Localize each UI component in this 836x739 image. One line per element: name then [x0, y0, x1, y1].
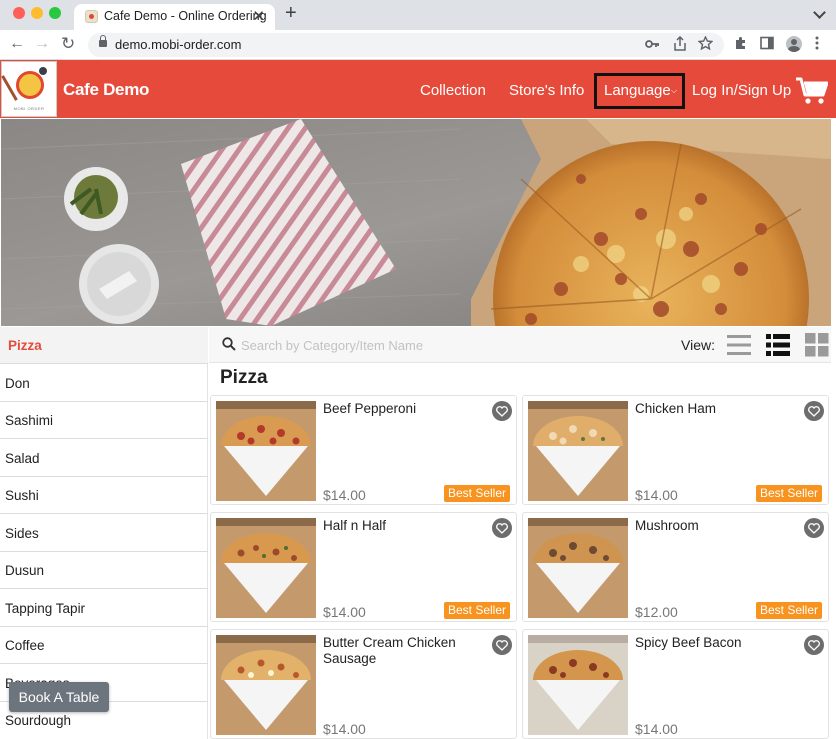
product-price: $14.00: [323, 487, 366, 503]
product-name: Beef Pepperoni: [323, 401, 417, 416]
product-name: Spicy Beef Bacon: [635, 635, 742, 650]
product-card[interactable]: Butter Cream Chicken Sausage $14.00: [210, 629, 517, 739]
category-item-tapping-tapir[interactable]: Tapping Tapir: [0, 590, 208, 627]
product-price: $12.00: [635, 604, 678, 620]
category-item-sushi[interactable]: Sushi: [0, 477, 208, 514]
tab-search-chevron-icon[interactable]: [813, 6, 826, 19]
category-item-sides[interactable]: Sides: [0, 515, 208, 552]
category-sidebar: Pizza Don Sashimi Salad Sushi Sides Dusu…: [0, 327, 208, 739]
key-icon[interactable]: [644, 36, 660, 55]
close-window-button[interactable]: [13, 7, 25, 19]
favorite-heart-icon[interactable]: [804, 518, 824, 538]
product-card[interactable]: Spicy Beef Bacon $14.00: [522, 629, 829, 739]
back-button[interactable]: ←: [9, 35, 25, 53]
favorite-heart-icon[interactable]: [804, 635, 824, 655]
address-bar[interactable]: demo.mobi-order.com: [88, 33, 724, 57]
nav-login-link[interactable]: Log In/Sign Up: [692, 82, 791, 99]
category-item-salad[interactable]: Salad: [0, 440, 208, 477]
nav-collection-link[interactable]: Collection: [420, 82, 486, 99]
product-name: Half n Half: [323, 518, 387, 533]
product-name: Chicken Ham: [635, 401, 717, 416]
tab-close-icon[interactable]: ✕: [252, 7, 265, 25]
product-price: $14.00: [635, 487, 678, 503]
tab-title: Cafe Demo - Online Ordering: [104, 9, 267, 23]
category-item-coffee[interactable]: Coffee: [0, 627, 208, 664]
category-item-sashimi[interactable]: Sashimi: [0, 402, 208, 439]
favicon-icon: [85, 10, 98, 23]
search-bar: View:: [209, 327, 831, 363]
product-card[interactable]: Half n Half $14.00 Best Seller: [210, 512, 517, 622]
language-label[interactable]: Language: [604, 82, 671, 99]
lock-icon[interactable]: [99, 35, 107, 47]
search-input[interactable]: [241, 336, 571, 354]
extensions-icon[interactable]: [734, 36, 748, 53]
browser-menu-icon[interactable]: [815, 36, 819, 53]
product-card[interactable]: Beef Pepperoni $14.00 Best Seller: [210, 395, 517, 505]
section-title: Pizza: [220, 367, 268, 388]
language-dropdown[interactable]: Language ⌵: [594, 73, 685, 109]
logo-dot-icon: [39, 67, 47, 75]
favorite-heart-icon[interactable]: [492, 518, 512, 538]
grid-view-icon[interactable]: [805, 333, 829, 357]
bookmark-star-icon[interactable]: [697, 35, 714, 54]
share-icon[interactable]: [673, 35, 687, 55]
best-seller-badge: Best Seller: [755, 602, 822, 619]
forward-button[interactable]: →: [34, 35, 50, 53]
section-header-bar: [209, 365, 831, 393]
product-image[interactable]: [216, 401, 316, 501]
chevron-down-icon[interactable]: ⌵: [671, 86, 677, 96]
browser-tabstrip: Cafe Demo - Online Ordering ✕ +: [0, 0, 836, 30]
product-price: $14.00: [635, 721, 678, 737]
nav-store-info-link[interactable]: Store's Info: [509, 82, 584, 99]
view-label: View:: [681, 337, 715, 353]
shopping-cart-icon[interactable]: [796, 77, 828, 105]
minimize-window-button[interactable]: [31, 7, 43, 19]
brand-name[interactable]: Cafe Demo: [63, 80, 149, 100]
product-name: Butter Cream Chicken Sausage: [323, 635, 456, 666]
fork-icon: [1, 75, 18, 101]
reload-button[interactable]: ↻: [61, 34, 75, 54]
category-item-dusun[interactable]: Dusun: [0, 552, 208, 589]
logo-caption: MOBI ORDER: [13, 106, 45, 111]
favorite-heart-icon[interactable]: [492, 401, 512, 421]
product-image[interactable]: [528, 518, 628, 618]
product-image[interactable]: [528, 635, 628, 735]
product-card[interactable]: Chicken Ham $14.00 Best Seller: [522, 395, 829, 505]
product-card[interactable]: Mushroom $12.00 Best Seller: [522, 512, 829, 622]
category-item-pizza[interactable]: Pizza: [0, 327, 208, 364]
hero-banner-image: [1, 119, 831, 326]
best-seller-badge: Best Seller: [755, 485, 822, 502]
best-seller-badge: Best Seller: [443, 485, 510, 502]
detailed-list-view-icon[interactable]: [766, 333, 790, 357]
browser-tab[interactable]: Cafe Demo - Online Ordering ✕: [74, 4, 275, 30]
best-seller-badge: Best Seller: [443, 602, 510, 619]
new-tab-button[interactable]: +: [285, 2, 297, 25]
book-a-table-button[interactable]: Book A Table: [9, 682, 109, 712]
search-icon[interactable]: [222, 337, 236, 351]
product-image[interactable]: [216, 635, 316, 735]
product-price: $14.00: [323, 604, 366, 620]
side-panel-icon[interactable]: [760, 36, 774, 53]
category-item-don[interactable]: Don: [0, 365, 208, 402]
browser-toolbar: ← → ↻ demo.mobi-order.com: [0, 30, 836, 60]
list-view-icon[interactable]: [727, 333, 751, 357]
plate-icon: [16, 71, 44, 99]
product-price: $14.00: [323, 721, 366, 737]
profile-avatar-icon[interactable]: [786, 36, 802, 52]
product-image[interactable]: [528, 401, 628, 501]
maximize-window-button[interactable]: [49, 7, 61, 19]
favorite-heart-icon[interactable]: [492, 635, 512, 655]
site-header: MOBI ORDER Cafe Demo Collection Store's …: [0, 60, 836, 118]
product-name: Mushroom: [635, 518, 699, 533]
cafe-logo[interactable]: MOBI ORDER: [1, 61, 57, 117]
product-image[interactable]: [216, 518, 316, 618]
url-text[interactable]: demo.mobi-order.com: [115, 37, 241, 52]
favorite-heart-icon[interactable]: [804, 401, 824, 421]
